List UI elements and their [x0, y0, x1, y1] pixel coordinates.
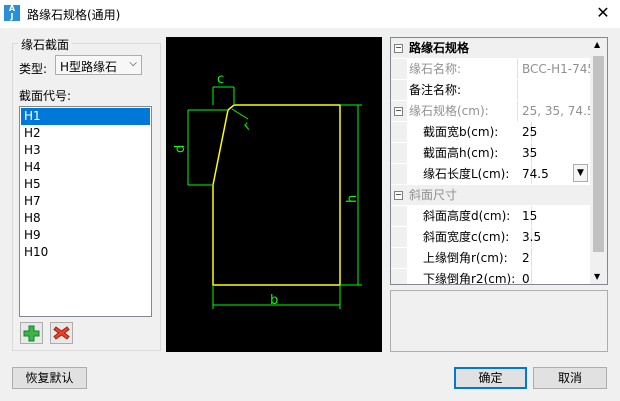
property-value: 25, 35, 74.5 — [522, 104, 590, 118]
property-value[interactable]: 2 — [522, 248, 590, 268]
dim-d-label: d — [173, 145, 188, 153]
curb-outline — [212, 104, 341, 286]
property-description-box — [390, 290, 608, 352]
property-row[interactable]: 斜面宽度c(cm): 3.5 — [391, 227, 591, 247]
list-item[interactable]: H2 — [21, 125, 150, 142]
dim-c-label: c — [217, 72, 224, 87]
list-item[interactable]: H3 — [21, 142, 150, 159]
list-item[interactable]: H1 — [21, 108, 150, 125]
type-label: 类型: — [19, 62, 48, 76]
property-value[interactable]: 25 — [522, 122, 590, 142]
property-name: 下缘倒角r2(cm): — [409, 269, 532, 284]
property-name: 截面高h(cm): — [409, 143, 532, 163]
property-row[interactable]: 截面高h(cm): 35 — [391, 143, 591, 163]
property-name: 缘石规格(cm): — [409, 101, 518, 121]
length-dropdown-button[interactable]: ▼ — [573, 164, 588, 182]
close-button[interactable]: ✕ — [594, 4, 612, 22]
category-row[interactable]: − 路缘石规格 — [391, 38, 591, 58]
curb-section-drawing: c d r h b — [173, 72, 362, 309]
list-item[interactable]: H9 — [21, 227, 150, 244]
scrollbar-thumb[interactable] — [593, 56, 604, 252]
list-item[interactable]: H4 — [21, 159, 150, 176]
groupbox-title: 缘石截面 — [18, 36, 73, 53]
collapse-icon[interactable]: − — [394, 107, 403, 116]
property-name: 截面宽b(cm): — [409, 122, 532, 142]
dim-b-label: b — [270, 293, 278, 308]
delete-section-button[interactable] — [50, 322, 73, 344]
property-row[interactable]: 缘石长度L(cm): 74.5 — [391, 164, 591, 184]
property-row[interactable]: 截面宽b(cm): 25 — [391, 122, 591, 142]
reset-defaults-button[interactable]: 恢复默认 — [12, 367, 87, 389]
dim-r-label: r — [240, 119, 253, 133]
window-title: 路缘石规格(通用) — [27, 8, 121, 22]
section-drawing-canvas: c d r h b — [166, 37, 382, 352]
cancel-button[interactable]: 取消 — [533, 367, 607, 389]
list-item[interactable]: H8 — [21, 210, 150, 227]
property-row[interactable]: 上缘倒角r(cm): 2 — [391, 248, 591, 268]
property-row[interactable]: 斜面高度d(cm): 15 — [391, 206, 591, 226]
property-name: 备注名称: — [409, 80, 518, 100]
type-select-value: H型路缘石 — [60, 60, 118, 74]
category-row[interactable]: − 斜面尺寸 — [391, 185, 591, 205]
list-item[interactable]: H10 — [21, 244, 150, 261]
property-name: 斜面宽度c(cm): — [409, 227, 532, 247]
property-value[interactable]: 0 — [522, 269, 590, 284]
category-label: 路缘石规格 — [409, 38, 589, 58]
property-name: 上缘倒角r(cm): — [409, 248, 532, 268]
property-name: 缘石名称: — [409, 59, 518, 79]
add-section-button[interactable] — [20, 322, 43, 344]
property-grid[interactable]: − 路缘石规格 缘石名称: BCC-H1-745 备注名称: − 缘石规格(cm… — [390, 37, 608, 285]
type-select[interactable]: H型路缘石 ⌵ — [55, 55, 142, 75]
property-value[interactable]: 3.5 — [522, 227, 590, 247]
property-name: 斜面高度d(cm): — [409, 206, 532, 226]
section-list[interactable]: H1 H2 H3 H4 H5 H7 H8 H9 H10 — [19, 106, 152, 317]
delete-x-icon — [53, 326, 70, 340]
property-row-expandable[interactable]: − 缘石规格(cm): 25, 35, 74.5 — [391, 101, 591, 121]
property-value[interactable]: 35 — [522, 143, 590, 163]
property-row[interactable]: 下缘倒角r2(cm): 0 — [391, 269, 591, 284]
plus-icon — [23, 325, 40, 342]
property-value: BCC-H1-745 — [522, 62, 590, 76]
collapse-icon[interactable]: − — [394, 44, 403, 53]
ok-button[interactable]: 确定 — [454, 367, 527, 389]
property-value[interactable]: 15 — [522, 206, 590, 226]
section-code-label: 截面代号: — [19, 89, 72, 103]
dim-h-label: h — [345, 195, 360, 203]
chevron-down-icon: ⌵ — [129, 58, 137, 69]
collapse-icon[interactable]: − — [394, 191, 403, 200]
scroll-up-icon[interactable]: ▲ — [594, 40, 600, 49]
property-name: 缘石长度L(cm): — [409, 164, 532, 184]
list-item[interactable]: H7 — [21, 193, 150, 210]
property-row[interactable]: 备注名称: — [391, 80, 591, 100]
dim-r-leader — [231, 108, 249, 120]
category-label: 斜面尺寸 — [409, 185, 589, 205]
property-row[interactable]: 缘石名称: BCC-H1-745 — [391, 59, 591, 79]
app-icon: AJ — [4, 5, 20, 21]
scroll-down-icon[interactable]: ▼ — [594, 272, 600, 281]
property-value[interactable] — [522, 80, 590, 100]
list-item[interactable]: H5 — [21, 176, 150, 193]
